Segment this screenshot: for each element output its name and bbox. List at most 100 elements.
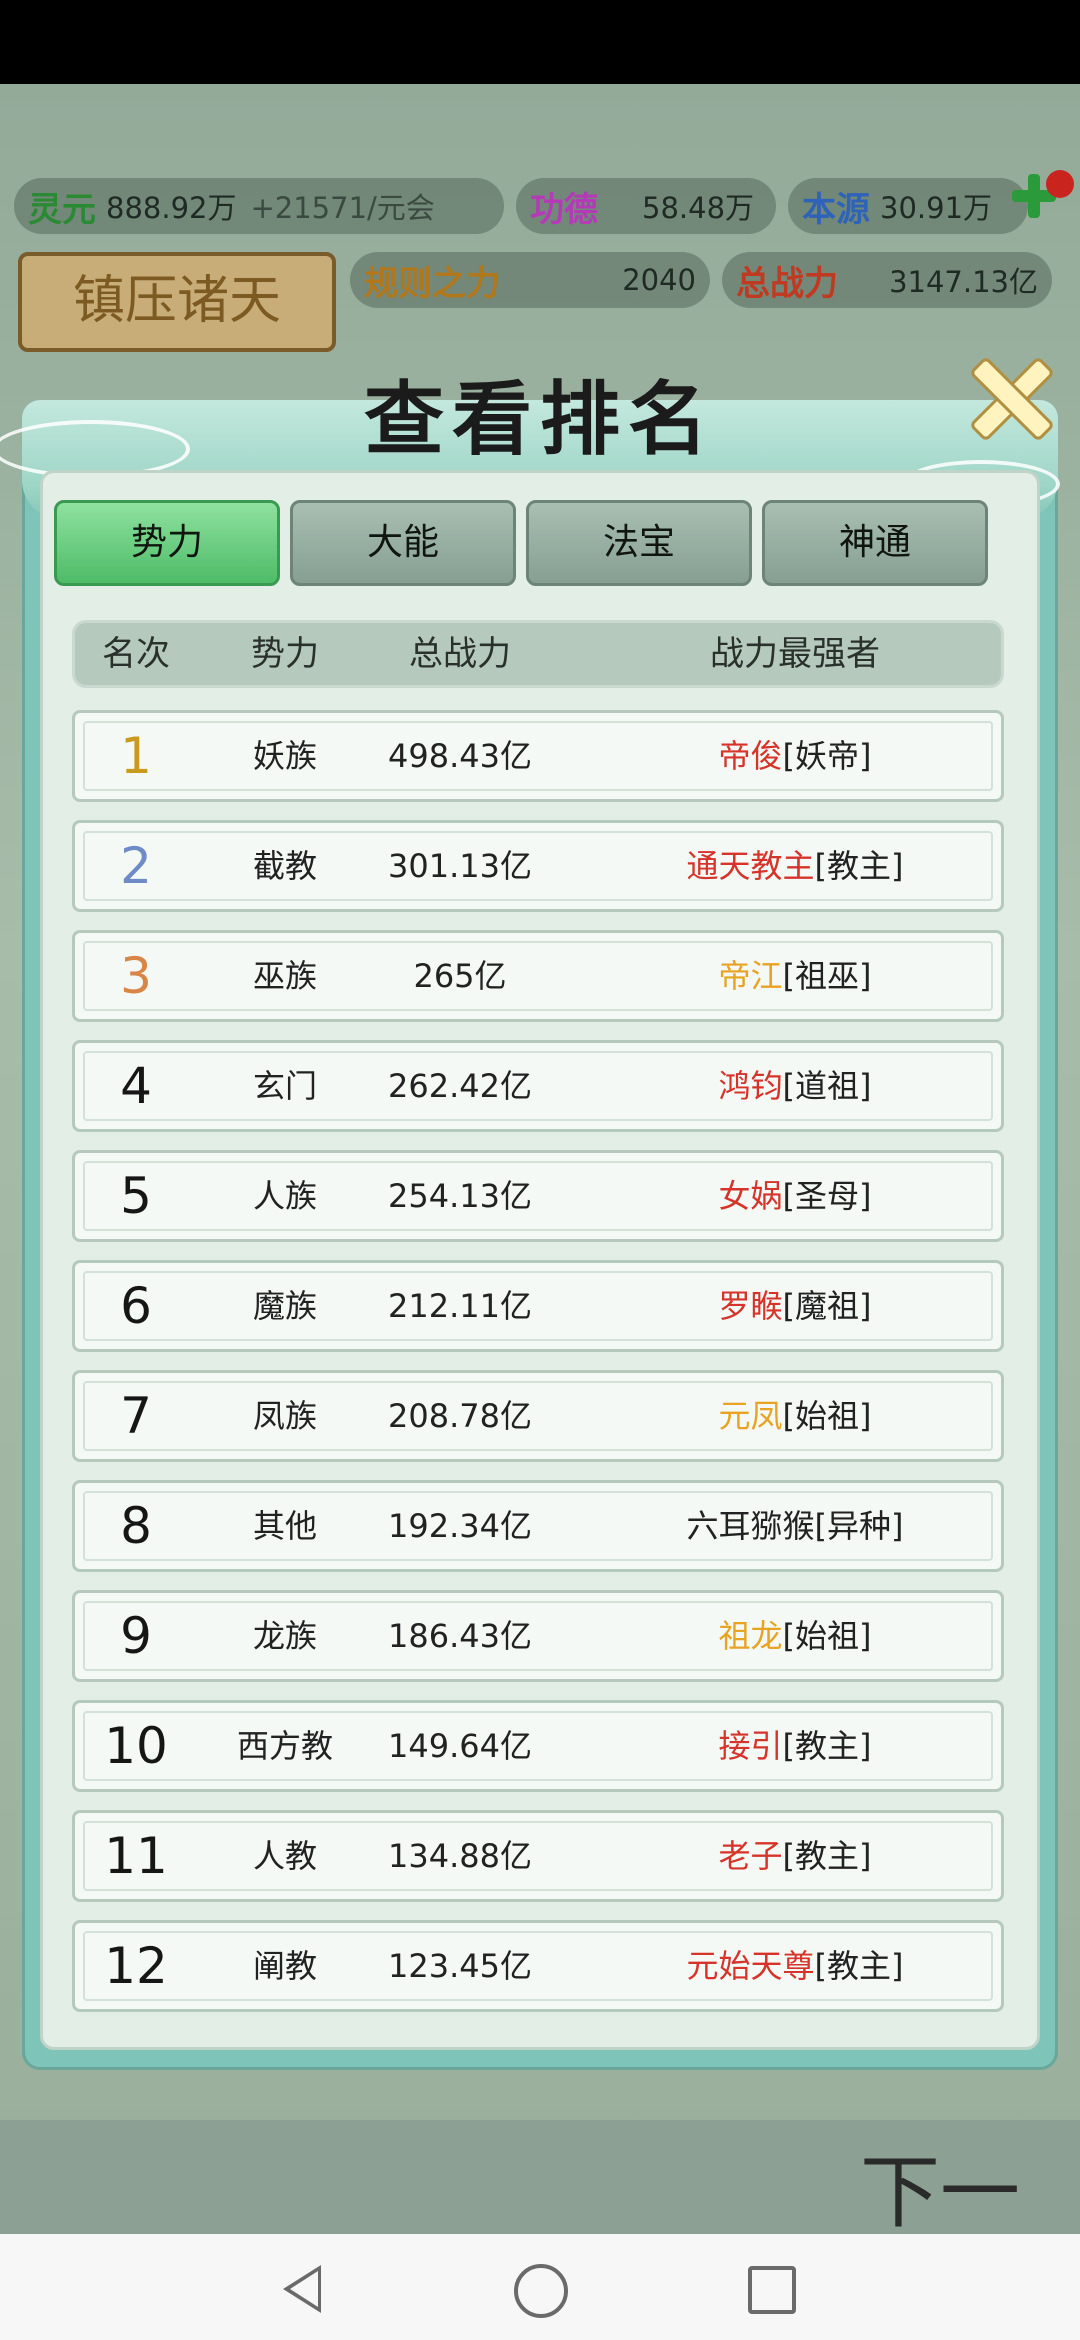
benyuan-label: 本源 <box>802 189 870 230</box>
total-power: 301.13亿 <box>388 847 532 885</box>
nav-home-icon[interactable] <box>514 2264 568 2318</box>
strongest-cell: 老子[教主] <box>635 1813 955 1899</box>
tab-treasure[interactable]: 法宝 <box>526 500 752 586</box>
tab-powerhouse[interactable]: 大能 <box>290 500 516 586</box>
strongest-cell: 女娲[圣母] <box>635 1153 955 1239</box>
faction-name: 凤族 <box>252 1397 317 1435</box>
strongest-name: 元始天尊 <box>686 1947 815 1985</box>
rank-number: 12 <box>104 1937 168 1995</box>
table-row[interactable]: 2 截教 301.13亿 通天教主[教主] <box>72 820 1004 912</box>
strongest-name: 元凤 <box>718 1397 783 1435</box>
table-row[interactable]: 12 阐教 123.45亿 元始天尊[教主] <box>72 1920 1004 2012</box>
strongest-cell: 帝江[祖巫] <box>635 933 955 1019</box>
benyuan-resource[interactable]: 本源 30.91万 <box>788 178 1028 234</box>
strongest-title: [始祖] <box>782 1617 872 1655</box>
faction-name: 玄门 <box>252 1067 317 1105</box>
faction-name: 妖族 <box>252 737 317 775</box>
faction-name: 龙族 <box>252 1617 317 1655</box>
strongest-cell: 元凤[始祖] <box>635 1373 955 1459</box>
strongest-cell: 祖龙[始祖] <box>635 1593 955 1679</box>
rank-number: 7 <box>120 1387 152 1445</box>
ranking-tabs: 势力 大能 法宝 神通 <box>54 500 988 586</box>
total-power: 212.11亿 <box>388 1287 532 1325</box>
strongest-cell: 帝俊[妖帝] <box>635 713 955 799</box>
rank-number: 2 <box>120 837 152 895</box>
status-bar <box>0 0 1080 84</box>
suppress-banner[interactable]: 镇压诸天 <box>18 252 336 352</box>
zhanli-resource[interactable]: 总战力 3147.13亿 <box>722 252 1052 308</box>
header-strongest: 战力最强者 <box>710 634 880 674</box>
benyuan-value: 30.91万 <box>880 191 993 225</box>
table-row[interactable]: 8 其他 192.34亿 六耳猕猴[异种] <box>72 1480 1004 1572</box>
strongest-name: 接引 <box>718 1727 783 1765</box>
header-power: 总战力 <box>409 634 511 674</box>
rank-number: 4 <box>120 1057 152 1115</box>
guize-label: 规则之力 <box>364 263 500 304</box>
rank-number: 1 <box>120 727 152 785</box>
strongest-title: [教主] <box>782 1727 872 1765</box>
header-faction: 势力 <box>251 634 319 674</box>
next-label[interactable]: 下一 <box>860 2128 1020 2244</box>
table-row[interactable]: 4 玄门 262.42亿 鸿钧[道祖] <box>72 1040 1004 1132</box>
faction-name: 魔族 <box>252 1287 317 1325</box>
faction-name: 西方教 <box>236 1727 333 1765</box>
table-row[interactable]: 5 人族 254.13亿 女娲[圣母] <box>72 1150 1004 1242</box>
table-row[interactable]: 6 魔族 212.11亿 罗睺[魔祖] <box>72 1260 1004 1352</box>
strongest-name: 罗睺 <box>718 1287 783 1325</box>
total-power: 134.88亿 <box>388 1837 532 1875</box>
tab-magic[interactable]: 神通 <box>762 500 988 586</box>
table-row[interactable]: 10 西方教 149.64亿 接引[教主] <box>72 1700 1004 1792</box>
table-row[interactable]: 11 人教 134.88亿 老子[教主] <box>72 1810 1004 1902</box>
strongest-title: [教主] <box>814 1947 904 1985</box>
faction-name: 截教 <box>252 847 317 885</box>
strongest-title: [魔祖] <box>782 1287 872 1325</box>
table-row[interactable]: 1 妖族 498.43亿 帝俊[妖帝] <box>72 710 1004 802</box>
table-row[interactable]: 7 凤族 208.78亿 元凤[始祖] <box>72 1370 1004 1462</box>
total-power: 192.34亿 <box>388 1507 532 1545</box>
strongest-name: 六耳猕猴 <box>686 1507 815 1545</box>
total-power: 498.43亿 <box>388 737 532 775</box>
strongest-title: [妖帝] <box>782 737 872 775</box>
strongest-cell: 接引[教主] <box>635 1703 955 1789</box>
total-power: 208.78亿 <box>388 1397 532 1435</box>
notification-dot <box>1046 170 1074 198</box>
strongest-title: [祖巫] <box>782 957 872 995</box>
lingyuan-resource[interactable]: 灵元 888.92万 +21571/元会 <box>14 178 504 234</box>
rank-number: 5 <box>120 1167 152 1225</box>
gongde-resource[interactable]: 功德 58.48万 <box>516 178 776 234</box>
resource-bar-second: 规则之力 2040 总战力 3147.13亿 <box>350 252 1052 308</box>
modal-title: 查看排名 <box>364 372 716 466</box>
faction-name: 阐教 <box>252 1947 317 1985</box>
lingyuan-label: 灵元 <box>28 189 96 230</box>
strongest-cell: 鸿钧[道祖] <box>635 1043 955 1129</box>
strongest-name: 祖龙 <box>718 1617 783 1655</box>
table-row[interactable]: 9 龙族 186.43亿 祖龙[始祖] <box>72 1590 1004 1682</box>
nav-recent-icon[interactable] <box>748 2266 796 2314</box>
strongest-name: 女娲 <box>718 1177 783 1215</box>
zhanli-value: 3147.13亿 <box>889 265 1038 299</box>
strongest-title: [道祖] <box>782 1067 872 1105</box>
guize-resource[interactable]: 规则之力 2040 <box>350 252 710 308</box>
rank-number: 9 <box>120 1607 152 1665</box>
header-rank: 名次 <box>102 634 170 674</box>
close-icon[interactable] <box>960 348 1056 444</box>
total-power: 265亿 <box>413 957 507 995</box>
table-header: 名次 势力 总战力 战力最强者 <box>72 620 1004 688</box>
strongest-name: 帝俊 <box>718 737 783 775</box>
rank-number: 11 <box>104 1827 168 1885</box>
lingyuan-value: 888.92万 <box>106 191 237 225</box>
strongest-title: [教主] <box>814 847 904 885</box>
rank-number: 10 <box>104 1717 168 1775</box>
strongest-cell: 罗睺[魔祖] <box>635 1263 955 1349</box>
strongest-title: [始祖] <box>782 1397 872 1435</box>
total-power: 123.45亿 <box>388 1947 532 1985</box>
rank-number: 3 <box>120 947 152 1005</box>
lingyuan-rate: +21571/元会 <box>250 191 435 225</box>
strongest-title: [异种] <box>814 1507 904 1545</box>
faction-name: 巫族 <box>252 957 317 995</box>
table-row[interactable]: 3 巫族 265亿 帝江[祖巫] <box>72 930 1004 1022</box>
strongest-cell: 元始天尊[教主] <box>635 1923 955 2009</box>
faction-name: 其他 <box>252 1507 317 1545</box>
tab-faction[interactable]: 势力 <box>54 500 280 586</box>
total-power: 254.13亿 <box>388 1177 532 1215</box>
